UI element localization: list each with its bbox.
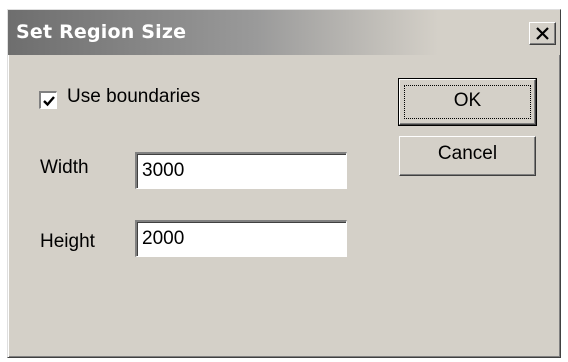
- ok-button-label: OK: [453, 90, 482, 111]
- height-label: Height: [40, 231, 95, 252]
- set-region-size-dialog: Set Region Size Use boundaries Width 300…: [7, 9, 561, 358]
- cancel-button-label: Cancel: [437, 143, 498, 164]
- close-icon: [536, 27, 549, 40]
- use-boundaries-label[interactable]: Use boundaries: [67, 86, 200, 108]
- width-label: Width: [40, 157, 89, 178]
- height-input[interactable]: 2000: [135, 220, 347, 257]
- title-bar[interactable]: Set Region Size: [8, 10, 560, 55]
- use-boundaries-checkbox[interactable]: [39, 91, 57, 109]
- close-button[interactable]: [529, 22, 556, 45]
- checkmark-icon: [43, 96, 55, 107]
- width-input[interactable]: 3000: [135, 152, 347, 189]
- dialog-title: Set Region Size: [16, 21, 187, 43]
- cancel-button[interactable]: Cancel: [399, 136, 536, 176]
- ok-button[interactable]: OK: [398, 78, 537, 126]
